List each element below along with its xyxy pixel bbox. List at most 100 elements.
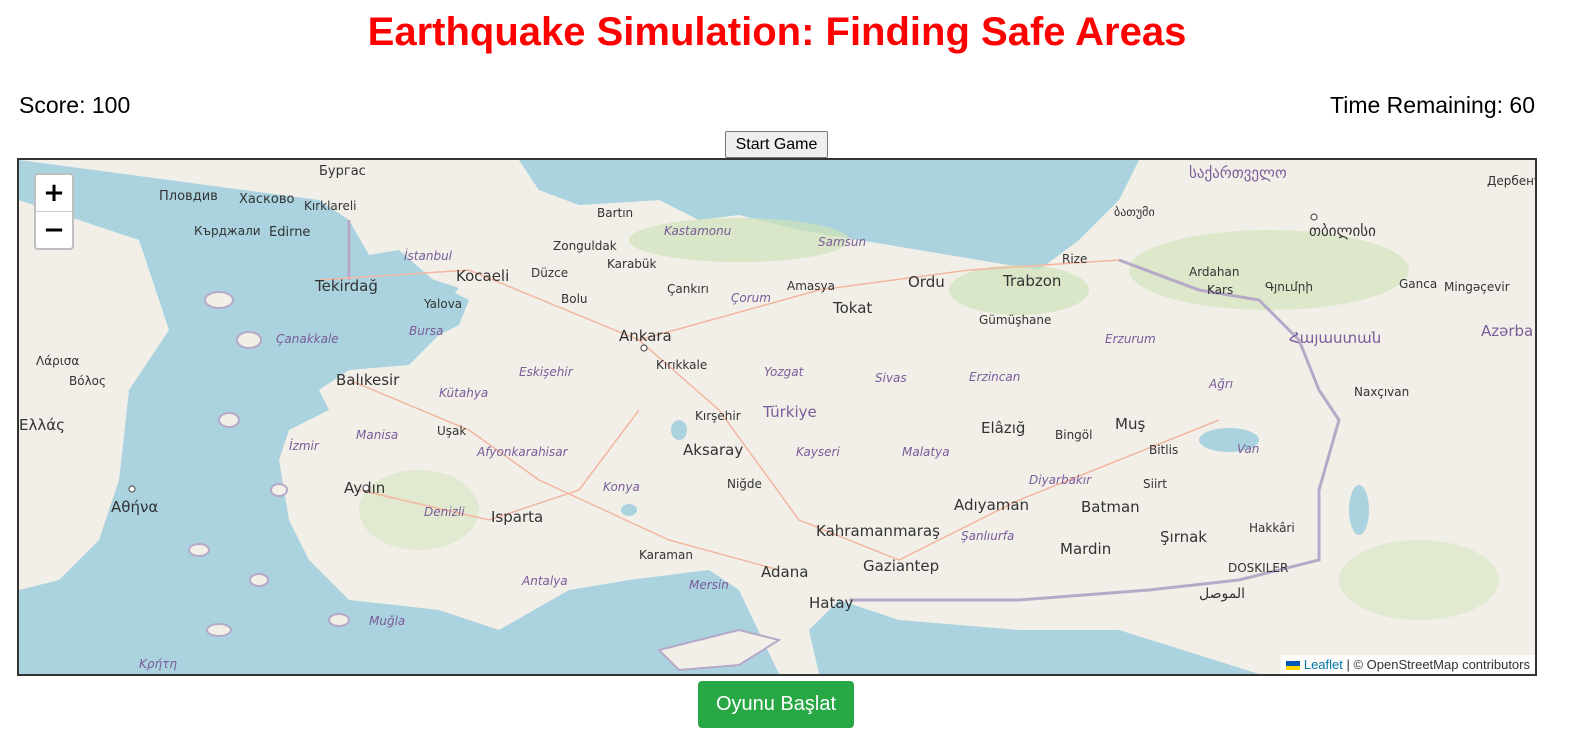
map-label: Bingöl xyxy=(1055,428,1092,442)
map-label: Çankırı xyxy=(667,282,709,296)
map-label: Ordu xyxy=(908,273,945,291)
map-label: Mingəçevir xyxy=(1444,280,1510,294)
map-label: Karabük xyxy=(607,257,657,271)
map-label: İstanbul xyxy=(404,248,453,263)
map-label: Balıkesir xyxy=(336,371,400,389)
zoom-out-button[interactable]: − xyxy=(36,212,72,248)
map-label: Ağrı xyxy=(1208,377,1233,391)
map-label: Bursa xyxy=(409,324,443,338)
city-marker xyxy=(1310,213,1318,221)
city-marker xyxy=(362,484,370,492)
map-label: Kırıkkale xyxy=(656,358,707,372)
map-label: Bitlis xyxy=(1149,443,1178,457)
map-label: Aksaray xyxy=(683,441,743,459)
map-label: Diyarbakır xyxy=(1029,473,1092,487)
map-label: Amasya xyxy=(787,279,835,293)
map-label: DOSKILER xyxy=(1228,561,1288,575)
map-label: Azərba xyxy=(1481,322,1533,340)
map-label: Eskişehir xyxy=(519,365,574,379)
map-label: Niğde xyxy=(727,477,762,491)
map-label: Bartın xyxy=(597,206,633,220)
map-label: Uşak xyxy=(437,424,466,438)
page-title: Earthquake Simulation: Finding Safe Area… xyxy=(367,10,1187,54)
map-label: Çorum xyxy=(731,291,771,305)
map-label: Siirt xyxy=(1143,477,1167,491)
map-label: Hakkâri xyxy=(1249,521,1295,535)
map-label: Mersin xyxy=(689,578,729,592)
map-label: Denizli xyxy=(424,505,465,519)
map-label: Кърджали xyxy=(194,224,261,238)
map-container[interactable]: Бургас Пловдив Хасково Kırklareli Кърджа… xyxy=(17,158,1537,676)
map-label: Konya xyxy=(603,480,640,494)
map-label: İzmir xyxy=(289,438,320,453)
map-label: Zonguldak xyxy=(553,239,617,253)
map-label: Հայաստան xyxy=(1289,329,1381,347)
map-label: Adana xyxy=(761,563,808,581)
map-label: Gaziantep xyxy=(863,557,939,575)
map-label: Kayseri xyxy=(796,445,840,459)
map-label: Kars xyxy=(1207,283,1233,297)
oyunu-baslat-button[interactable]: Oyunu Başlat xyxy=(698,681,854,728)
map-attribution: Leaflet | © OpenStreetMap contributors xyxy=(1280,655,1535,674)
map-label: Αθήνα xyxy=(111,498,158,516)
map-label: Van xyxy=(1237,442,1259,456)
city-marker xyxy=(128,485,136,493)
map-label: Kahramanmaraş xyxy=(816,522,940,540)
map-label: Samsun xyxy=(818,235,866,249)
map-label: الموصل xyxy=(1199,586,1245,602)
map-label: საქართველო xyxy=(1189,164,1287,182)
map-label: Yalova xyxy=(423,297,462,311)
map-label: Afyonkarahisar xyxy=(476,445,569,459)
map-label: Trabzon xyxy=(1002,272,1061,290)
map-label: Kırşehir xyxy=(695,409,741,423)
map-label: Kütahya xyxy=(439,386,488,400)
start-game-button[interactable]: Start Game xyxy=(725,131,828,158)
map-label: Hatay xyxy=(809,594,854,612)
map-label: თბილისი xyxy=(1309,222,1376,240)
map-label: Şanlıurfa xyxy=(961,529,1014,543)
map-label: Βόλος xyxy=(69,374,106,388)
map-label: Գյումրի xyxy=(1265,280,1313,294)
score-display: Score: 100 xyxy=(19,92,131,118)
map-tiles[interactable]: Бургас Пловдив Хасково Kırklareli Кърджа… xyxy=(19,160,1535,674)
map-label: ბათუმი xyxy=(1114,205,1155,219)
map-label: Sivas xyxy=(875,371,907,385)
map-label: Λάρισα xyxy=(36,354,79,368)
ukraine-flag-icon xyxy=(1285,661,1300,670)
zoom-control: + − xyxy=(34,173,74,250)
map-label: Antalya xyxy=(521,574,568,588)
map-label: Edirne xyxy=(269,225,310,240)
map-label: Malatya xyxy=(902,445,950,459)
map-label: Ganca xyxy=(1399,277,1437,291)
map-label: Kocaeli xyxy=(456,267,509,285)
map-label: Gümüşhane xyxy=(979,313,1051,327)
map-label: Ελλάς xyxy=(19,416,65,434)
map-label: Adıyaman xyxy=(954,496,1029,514)
map-label: Дербент xyxy=(1487,174,1535,188)
map-label: Erzurum xyxy=(1105,332,1156,346)
leaflet-link[interactable]: Leaflet xyxy=(1304,657,1343,672)
time-remaining-display: Time Remaining: 60 xyxy=(1330,92,1535,118)
map-label: Tokat xyxy=(832,299,872,317)
map-label: Elâzığ xyxy=(981,419,1025,437)
map-label: Muş xyxy=(1115,415,1145,433)
map-label: Κρήτη xyxy=(139,657,177,671)
map-label: Türkiye xyxy=(762,403,817,421)
map-label: Batman xyxy=(1081,498,1140,516)
map-label: Пловдив xyxy=(159,189,218,204)
map-label: Manisa xyxy=(356,428,398,442)
map-label: Бургас xyxy=(319,164,366,179)
map-label: Ankara xyxy=(619,327,672,345)
map-label: Yozgat xyxy=(764,365,805,379)
map-label: Rize xyxy=(1062,252,1087,266)
map-label: Bolu xyxy=(561,292,588,306)
map-label: Tekirdağ xyxy=(314,277,378,295)
map-label: Çanakkale xyxy=(276,332,339,346)
map-label: Kırklareli xyxy=(304,199,357,213)
map-label: Ardahan xyxy=(1189,265,1239,279)
map-label: Kastamonu xyxy=(664,224,732,238)
map-label: Düzce xyxy=(531,266,568,280)
map-label: Şırnak xyxy=(1160,528,1207,546)
map-label: Isparta xyxy=(491,508,543,526)
zoom-in-button[interactable]: + xyxy=(36,175,72,212)
